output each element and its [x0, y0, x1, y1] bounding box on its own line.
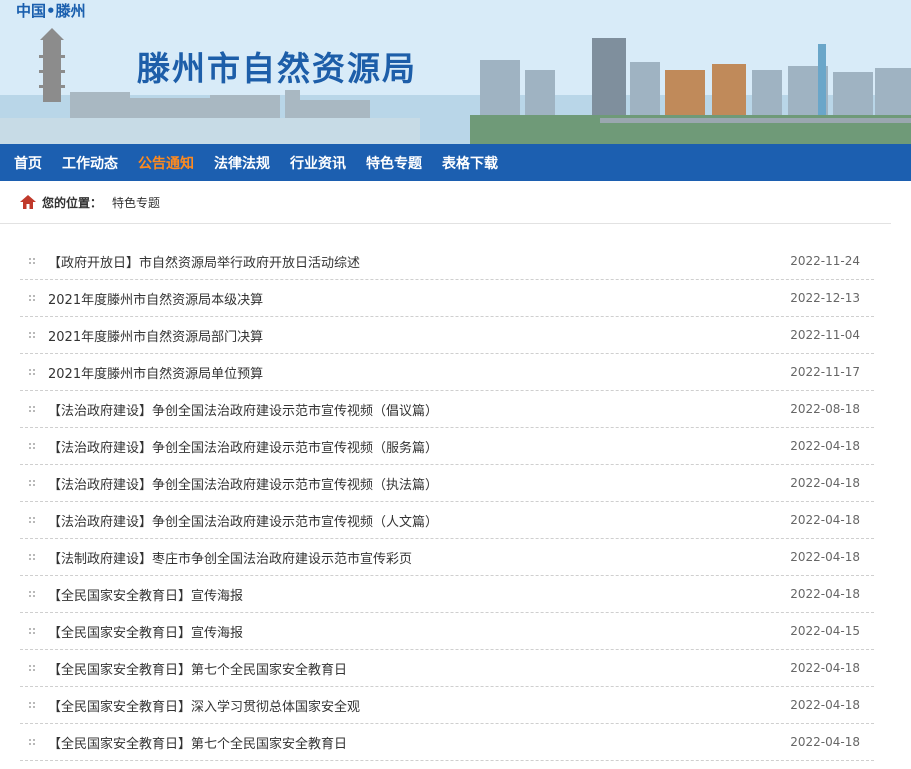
article-title[interactable]: 【法治政府建设】争创全国法治政府建设示范市宣传视频（服务篇） [48, 437, 874, 456]
header-banner: 中国•滕州 滕州市自然资源局 [0, 0, 911, 144]
article-date: 2022-08-18 [790, 402, 860, 416]
article-date: 2022-11-04 [790, 328, 860, 342]
article-date: 2022-11-17 [790, 365, 860, 379]
article-title[interactable]: 【法制政府建设】枣庄市争创全国法治政府建设示范市宣传彩页 [48, 548, 874, 567]
article-title[interactable]: 【全民国家安全教育日】宣传海报 [48, 622, 874, 641]
list-item[interactable]: 2021年度滕州市自然资源局部门决算 2022-11-04 [20, 317, 874, 354]
list-item[interactable]: 【法治政府建设】争创全国法治政府建设示范市宣传视频（执法篇） 2022-04-18 [20, 465, 874, 502]
nav-item-work-news[interactable]: 工作动态 [62, 153, 118, 173]
article-date: 2022-04-18 [790, 513, 860, 527]
article-title[interactable]: 【全民国家安全教育日】第七个全民国家安全教育日 [48, 733, 874, 752]
list-item[interactable]: 【法制政府建设】枣庄市争创全国法治政府建设示范市宣传彩页 2022-04-18 [20, 539, 874, 576]
nav-item-form-downloads[interactable]: 表格下载 [442, 153, 498, 173]
article-title[interactable]: 2021年度滕州市自然资源局本级决算 [48, 289, 874, 308]
article-date: 2022-04-18 [790, 476, 860, 490]
article-date: 2022-04-18 [790, 550, 860, 564]
bullet-icon [29, 332, 35, 338]
article-title[interactable]: 【全民国家安全教育日】第七个全民国家安全教育日 [48, 659, 874, 678]
article-title[interactable]: 2021年度滕州市自然资源局单位预算 [48, 363, 874, 382]
bullet-icon [29, 295, 35, 301]
bullet-icon [29, 591, 35, 597]
article-title[interactable]: 【全民国家安全教育日】深入学习贯彻总体国家安全观 [48, 696, 874, 715]
article-list: 【政府开放日】市自然资源局举行政府开放日活动综述 2022-11-24 2021年度… [20, 243, 874, 761]
city-tag: 中国•滕州 [16, 2, 86, 20]
bullet-icon [29, 406, 35, 412]
article-date: 2022-12-13 [790, 291, 860, 305]
list-item[interactable]: 【政府开放日】市自然资源局举行政府开放日活动综述 2022-11-24 [20, 243, 874, 280]
nav-item-home[interactable]: 首页 [14, 153, 42, 173]
bullet-icon [29, 739, 35, 745]
bullet-icon [29, 517, 35, 523]
bullet-icon [29, 258, 35, 264]
article-title[interactable]: 【法治政府建设】争创全国法治政府建设示范市宣传视频（倡议篇） [48, 400, 874, 419]
list-item[interactable]: 【全民国家安全教育日】宣传海报 2022-04-18 [20, 576, 874, 613]
article-date: 2022-04-15 [790, 624, 860, 638]
article-date: 2022-11-24 [790, 254, 860, 268]
article-date: 2022-04-18 [790, 439, 860, 453]
list-item[interactable]: 【全民国家安全教育日】第七个全民国家安全教育日 2022-04-18 [20, 724, 874, 761]
list-item[interactable]: 2021年度滕州市自然资源局单位预算 2022-11-17 [20, 354, 874, 391]
bullet-icon [29, 628, 35, 634]
bullet-icon [29, 443, 35, 449]
bullet-icon [29, 554, 35, 560]
breadcrumb-current[interactable]: 特色专题 [112, 194, 160, 211]
breadcrumb: 您的位置： 特色专题 [0, 181, 891, 224]
article-date: 2022-04-18 [790, 661, 860, 675]
home-icon [20, 195, 36, 209]
bullet-icon [29, 702, 35, 708]
list-item[interactable]: 【全民国家安全教育日】深入学习贯彻总体国家安全观 2022-04-18 [20, 687, 874, 724]
bullet-icon [29, 665, 35, 671]
article-title[interactable]: 【法治政府建设】争创全国法治政府建设示范市宣传视频（执法篇） [48, 474, 874, 493]
article-title[interactable]: 【政府开放日】市自然资源局举行政府开放日活动综述 [48, 252, 874, 271]
article-date: 2022-04-18 [790, 735, 860, 749]
article-title[interactable]: 【全民国家安全教育日】宣传海报 [48, 585, 874, 604]
nav-item-announcements[interactable]: 公告通知 [138, 153, 194, 173]
list-item[interactable]: 【法治政府建设】争创全国法治政府建设示范市宣传视频（倡议篇） 2022-08-18 [20, 391, 874, 428]
list-item[interactable]: 【法治政府建设】争创全国法治政府建设示范市宣传视频（人文篇） 2022-04-18 [20, 502, 874, 539]
list-item[interactable]: 【全民国家安全教育日】第七个全民国家安全教育日 2022-04-18 [20, 650, 874, 687]
article-title[interactable]: 【法治政府建设】争创全国法治政府建设示范市宣传视频（人文篇） [48, 511, 874, 530]
list-item[interactable]: 【法治政府建设】争创全国法治政府建设示范市宣传视频（服务篇） 2022-04-18 [20, 428, 874, 465]
article-date: 2022-04-18 [790, 698, 860, 712]
article-title[interactable]: 2021年度滕州市自然资源局部门决算 [48, 326, 874, 345]
bullet-icon [29, 369, 35, 375]
nav-item-industry-news[interactable]: 行业资讯 [290, 153, 346, 173]
article-date: 2022-04-18 [790, 587, 860, 601]
nav-item-special-topics[interactable]: 特色专题 [366, 153, 422, 173]
list-item[interactable]: 2021年度滕州市自然资源局本级决算 2022-12-13 [20, 280, 874, 317]
nav-item-laws[interactable]: 法律法规 [214, 153, 270, 173]
bullet-icon [29, 480, 35, 486]
breadcrumb-label: 您的位置： [42, 195, 103, 210]
main-nav: 首页 工作动态 公告通知 法律法规 行业资讯 特色专题 表格下载 [0, 144, 911, 181]
site-title: 滕州市自然资源局 [137, 49, 417, 88]
list-item[interactable]: 【全民国家安全教育日】宣传海报 2022-04-15 [20, 613, 874, 650]
